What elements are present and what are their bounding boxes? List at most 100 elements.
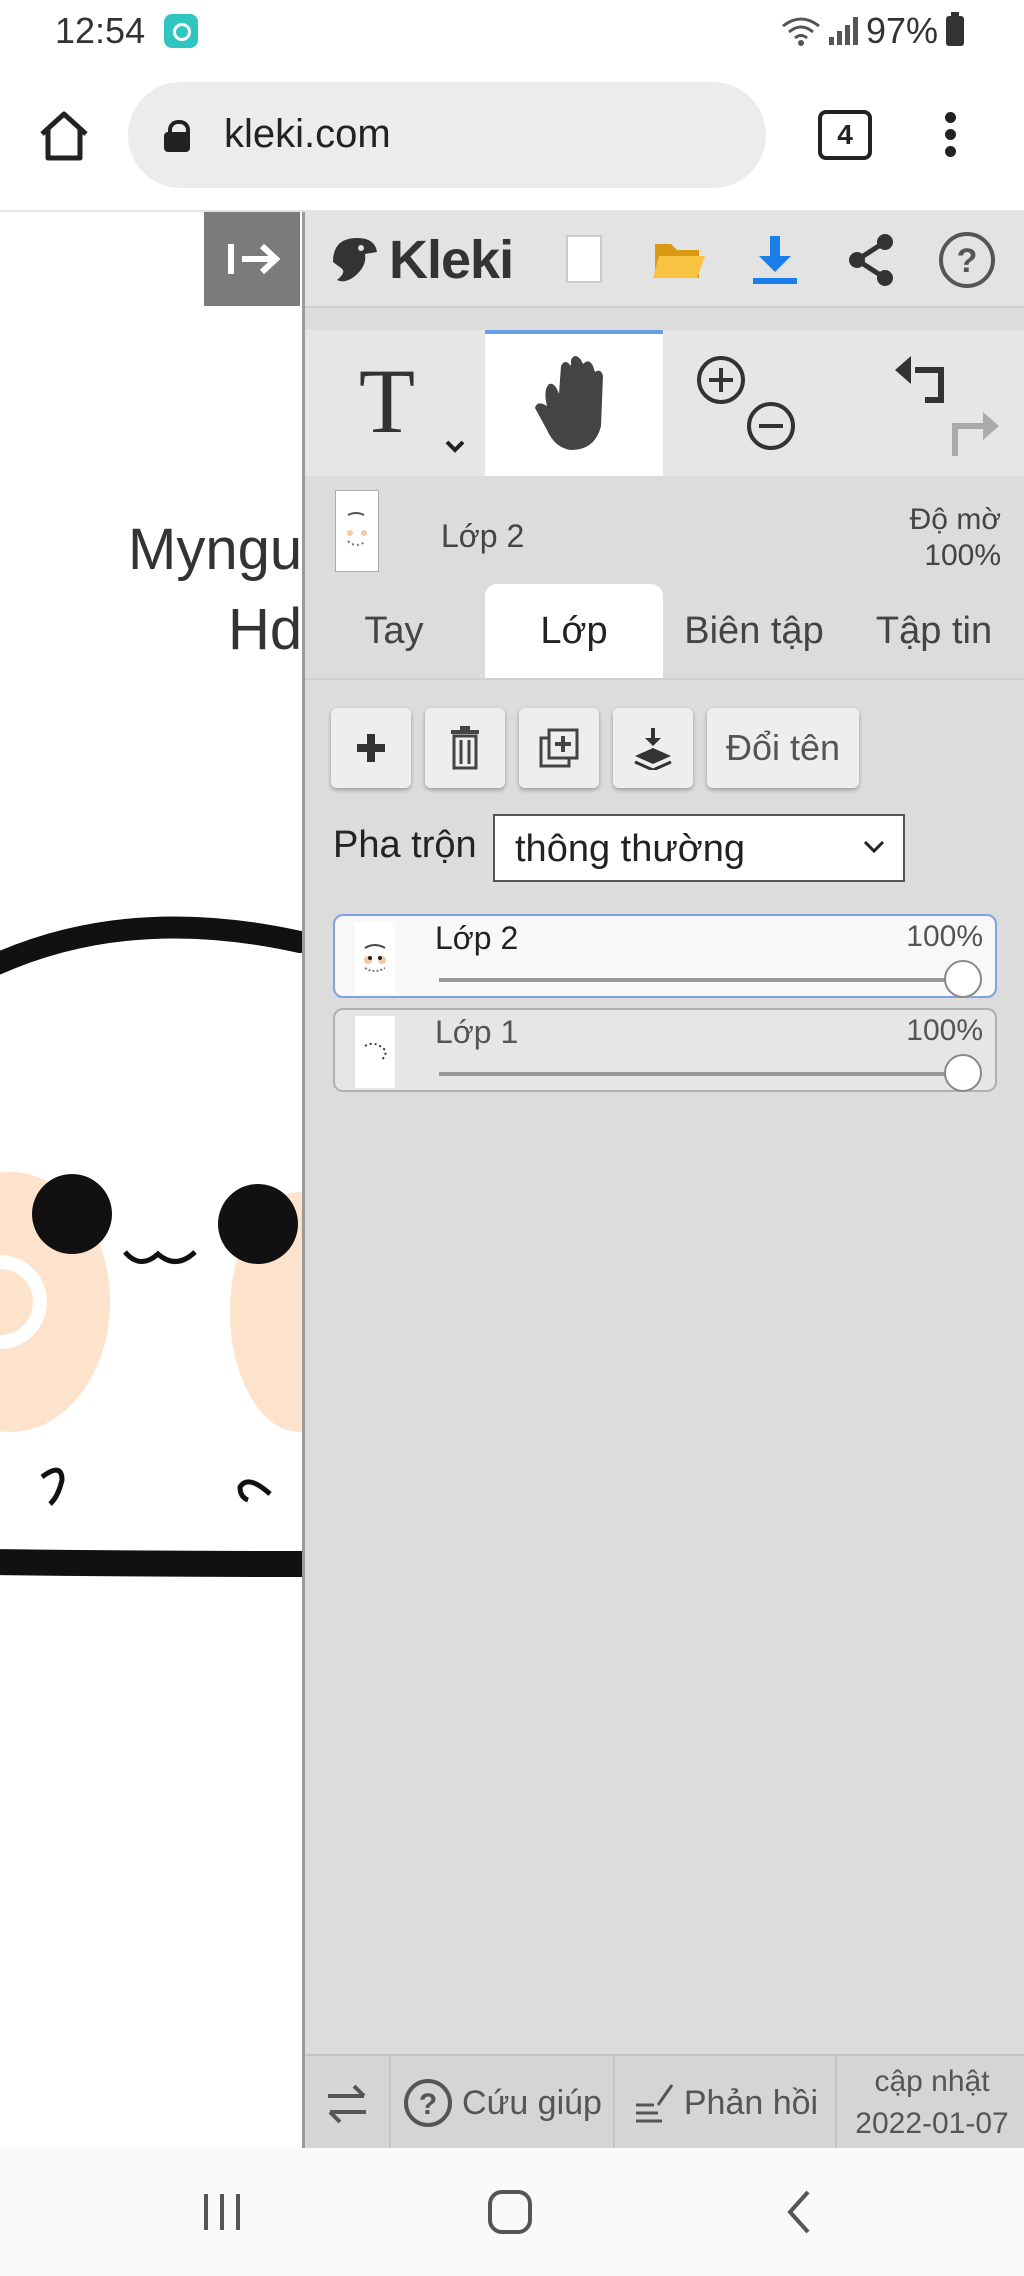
app-notification-icon — [164, 14, 198, 48]
layer-name: Lớp 1 — [435, 1014, 519, 1050]
add-layer-button[interactable] — [331, 708, 411, 788]
kleki-bird-icon — [333, 238, 377, 282]
feedback-button[interactable]: Phản hồi — [615, 2056, 837, 2150]
current-layer-thumbnail — [335, 490, 379, 572]
sidebar-footer: ? Cứu giúp Phản hồi cập nhật 2022-01-07 — [305, 2054, 1024, 2150]
svg-text:?: ? — [957, 242, 978, 280]
question-circle-icon: ? — [939, 232, 995, 288]
tab-edit[interactable]: Biên tập — [665, 584, 843, 678]
address-bar[interactable]: kleki.com — [128, 82, 766, 188]
undo-redo-buttons — [845, 330, 1023, 476]
update-label: cập nhật — [874, 2065, 990, 2098]
signal-icon — [828, 17, 858, 45]
browser-menu-icon[interactable] — [940, 112, 960, 162]
duplicate-layer-button[interactable] — [519, 708, 599, 788]
battery-percent: 97% — [865, 10, 938, 51]
opacity-label: Độ mờ — [909, 503, 1001, 536]
swap-side-button[interactable] — [305, 2056, 391, 2150]
home-icon[interactable] — [36, 108, 92, 164]
update-info[interactable]: cập nhật 2022-01-07 — [837, 2056, 1024, 2150]
layer-actions: Đổi tên — [331, 708, 859, 788]
layer-thumbnail — [355, 1016, 395, 1088]
status-bar: 12:54 97% — [0, 0, 1024, 64]
layer-opacity-value: 100% — [906, 1014, 983, 1047]
undo-icon[interactable] — [895, 356, 944, 403]
help-label: Cứu giúp — [462, 2083, 602, 2122]
redo-icon[interactable] — [952, 412, 999, 456]
system-navigation-bar — [0, 2148, 1024, 2276]
help-footer-button[interactable]: ? Cứu giúp — [391, 2056, 615, 2150]
collapse-sidebar-button[interactable] — [204, 212, 300, 306]
svg-text:?: ? — [419, 2088, 437, 2121]
zoom-in-icon[interactable] — [697, 356, 745, 404]
hand-icon — [535, 356, 603, 450]
folder-icon — [653, 244, 705, 278]
share-button[interactable] — [841, 230, 901, 290]
feedback-label: Phản hồi — [683, 2083, 819, 2122]
canvas-drawing — [0, 916, 302, 1577]
home-button-icon[interactable] — [484, 2188, 536, 2236]
zoom-buttons — [665, 330, 843, 476]
help-button[interactable]: ? — [937, 230, 997, 290]
blank-page-icon — [566, 235, 602, 283]
delete-layer-button[interactable] — [425, 708, 505, 788]
hand-tool-button[interactable] — [485, 330, 663, 476]
new-image-button[interactable] — [553, 230, 613, 290]
duplicate-icon — [539, 728, 579, 768]
svg-text:T: T — [359, 350, 415, 452]
blend-mode-value: thông thường — [515, 828, 745, 870]
layer-thumbnail — [355, 922, 395, 994]
merge-down-button[interactable] — [613, 708, 693, 788]
tab-file[interactable]: Tập tin — [845, 584, 1023, 678]
layer-opacity-slider[interactable] — [439, 978, 963, 982]
layer-opacity-value: 100% — [906, 920, 983, 953]
trash-icon — [451, 726, 479, 770]
recent-apps-icon[interactable] — [196, 2188, 248, 2236]
zoom-out-icon[interactable] — [747, 402, 795, 450]
blend-mode-label: Pha trộn — [333, 824, 477, 866]
tab-layers[interactable]: Lớp — [485, 584, 663, 678]
swap-arrows-icon — [328, 2084, 366, 2124]
sidebar-panel: Kleki ? T Lớp 2 Độ mờ 100% Tay Lớp Biên … — [302, 212, 1024, 2150]
text-tool-button[interactable]: T — [305, 330, 483, 476]
rename-layer-button[interactable]: Đổi tên — [707, 708, 859, 788]
layer-item[interactable]: Lớp 1 100% — [333, 1008, 997, 1092]
blend-mode-select[interactable]: thông thường — [493, 814, 905, 882]
layer-opacity-slider-knob[interactable] — [944, 960, 982, 998]
app-header: Kleki ? — [305, 212, 1024, 308]
lock-icon — [164, 120, 190, 152]
download-button[interactable] — [745, 230, 805, 290]
layer-name: Lớp 2 — [435, 920, 519, 956]
plus-icon — [357, 734, 385, 762]
download-icon — [753, 236, 797, 284]
open-file-button[interactable] — [649, 230, 709, 290]
drawing-canvas[interactable]: Myngu Hd — [0, 212, 302, 2148]
chevron-down-icon — [863, 840, 885, 854]
share-icon — [849, 234, 893, 286]
battery-icon — [946, 12, 964, 46]
app-logo-text: Kleki — [389, 230, 514, 290]
status-time: 12:54 — [55, 10, 146, 51]
tab-brush[interactable]: Tay — [305, 584, 483, 678]
current-layer-name: Lớp 2 — [441, 518, 525, 554]
question-circle-icon: ? — [404, 2079, 453, 2127]
status-indicators: 97% — [781, 10, 964, 52]
browser-toolbar: kleki.com 4 — [0, 64, 1024, 212]
back-icon[interactable] — [774, 2188, 826, 2236]
kleki-logo: Kleki — [327, 230, 514, 290]
panel-tabs: Tay Lớp Biên tập Tập tin — [305, 584, 1024, 680]
layer-opacity-slider-knob[interactable] — [944, 1054, 982, 1092]
tool-row: T — [305, 330, 1024, 476]
layer-item[interactable]: Lớp 2 100% — [333, 914, 997, 998]
arrow-right-bar-icon — [228, 243, 281, 275]
tab-switcher-button[interactable]: 4 — [818, 110, 872, 160]
update-date: 2022-01-07 — [855, 2107, 1009, 2140]
feedback-pen-icon — [635, 2084, 674, 2123]
wifi-icon — [782, 17, 820, 46]
url-text: kleki.com — [224, 112, 391, 156]
current-layer-header: Lớp 2 Độ mờ 100% — [305, 480, 1024, 582]
text-tool-icon: T — [359, 350, 465, 453]
layer-opacity-slider[interactable] — [439, 1072, 963, 1076]
merge-down-icon — [634, 728, 672, 770]
current-layer-opacity: Độ mờ 100% — [910, 502, 1001, 574]
